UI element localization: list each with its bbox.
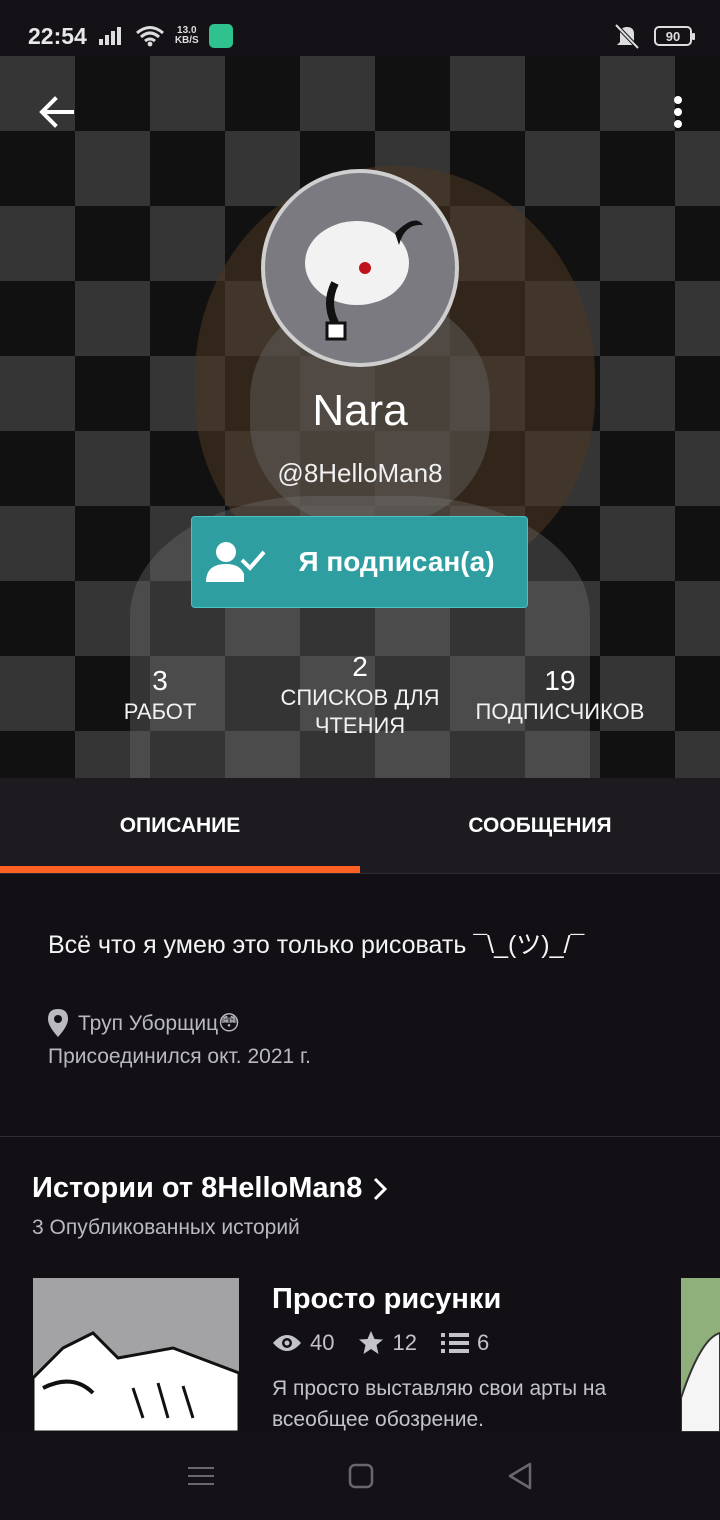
stat-reading-lists[interactable]: 2 СПИСКОВ ДЛЯ ЧТЕНИЯ xyxy=(260,650,460,740)
network-speed: 13.0 KB/S xyxy=(174,25,199,46)
list-icon xyxy=(440,1333,469,1353)
story-title[interactable]: Просто рисунки xyxy=(272,1283,501,1316)
tab-description[interactable]: ОПИСАНИЕ xyxy=(0,778,360,873)
story-stats: 40 12 6 xyxy=(272,1330,503,1356)
status-time: 22:54 xyxy=(28,22,87,49)
profile-tabs: ОПИСАНИЕ СООБЩЕНИЯ xyxy=(0,778,720,874)
divider xyxy=(0,1136,720,1137)
back-arrow-icon xyxy=(39,96,74,128)
wifi-icon xyxy=(135,26,164,47)
username: @8HelloMan8 xyxy=(277,458,443,488)
story-cover[interactable] xyxy=(33,1278,239,1432)
following-button[interactable]: Я подписан(а) xyxy=(191,516,528,608)
following-button-label: Я подписан(а) xyxy=(298,546,495,577)
home-icon[interactable] xyxy=(348,1463,374,1489)
app-notification-icon xyxy=(208,24,233,48)
profile-stats: 3 РАБОТ 2 СПИСКОВ ДЛЯ ЧТЕНИЯ 19 ПОДПИСЧИ… xyxy=(0,646,720,756)
back-nav-icon[interactable] xyxy=(507,1462,533,1490)
stat-works[interactable]: 3 РАБОТ xyxy=(60,664,260,726)
location-text: Труп Уборщиц😳 xyxy=(78,1011,240,1035)
stories-header[interactable]: Истории от 8HelloMan8 xyxy=(32,1172,388,1205)
story-description: Я просто выставляю свои арты на всеобщее… xyxy=(272,1377,607,1431)
system-navigation-bar xyxy=(0,1432,720,1520)
profile-header: Nara @8HelloMan8 Я подписан(а) 3 РАБОТ 2… xyxy=(0,56,720,778)
stories-title: Истории от 8HelloMan8 xyxy=(32,1172,363,1204)
about-text: Всё что я умею это только рисовать ¯\_(ツ… xyxy=(48,931,585,959)
mute-icon xyxy=(614,23,640,50)
back-button[interactable] xyxy=(32,88,80,136)
tab-messages[interactable]: СООБЩЕНИЯ xyxy=(360,778,720,873)
location-row: Труп Уборщиц😳 xyxy=(48,1009,680,1037)
stories-count: 3 Опубликованных историй xyxy=(32,1216,300,1239)
user-check-icon xyxy=(206,542,266,582)
signal-icon xyxy=(98,27,121,45)
chevron-right-icon xyxy=(374,1177,388,1200)
eye-icon xyxy=(273,1335,301,1351)
location-pin-icon xyxy=(48,1009,68,1037)
story-parts: 6 xyxy=(476,1330,490,1355)
star-icon xyxy=(359,1331,384,1354)
story-votes: 12 xyxy=(392,1330,417,1355)
about-section: Всё что я умею это только рисовать ¯\_(ツ… xyxy=(48,925,680,1069)
overflow-menu-icon[interactable] xyxy=(666,90,690,134)
battery-indicator: 90 xyxy=(654,26,695,46)
display-name: Nara xyxy=(312,386,408,435)
joined-date: Присоединился окт. 2021 г. xyxy=(48,1045,311,1068)
next-story-cover[interactable] xyxy=(681,1278,720,1432)
stat-followers[interactable]: 19 ПОДПИСЧИКОВ xyxy=(460,664,660,726)
avatar[interactable] xyxy=(261,169,459,367)
story-views: 40 xyxy=(310,1330,335,1355)
recent-apps-icon[interactable] xyxy=(187,1464,215,1488)
